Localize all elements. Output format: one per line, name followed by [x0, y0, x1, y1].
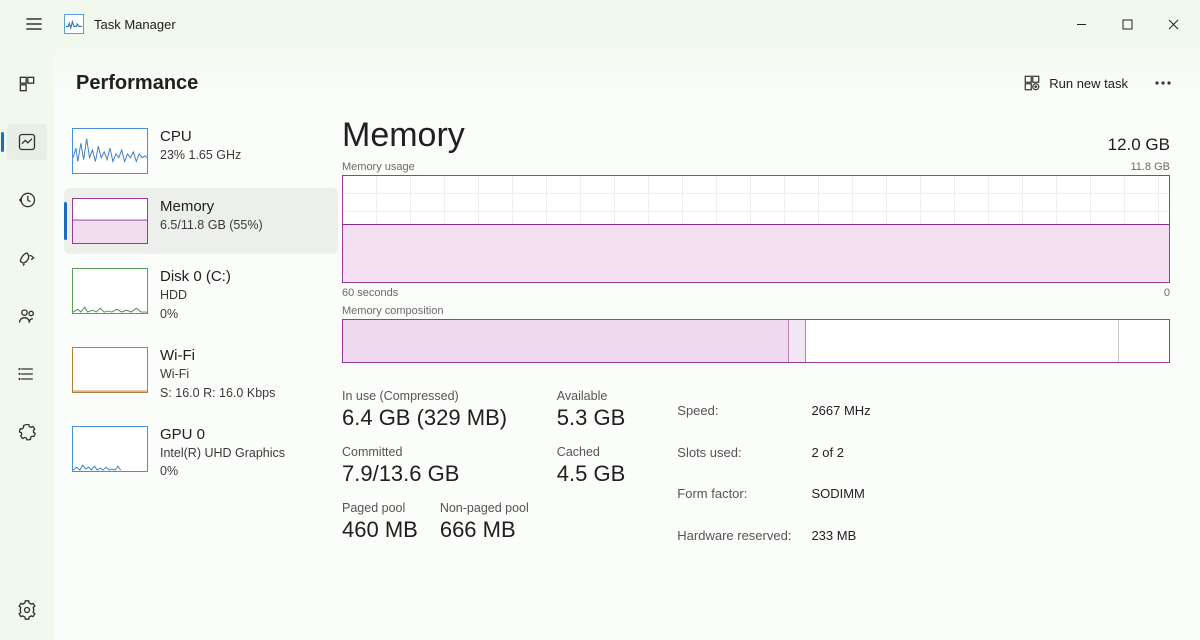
stat-value: 4.5 GB	[557, 461, 625, 487]
stat-value: 7.9/13.6 GB	[342, 461, 529, 487]
hw-key: Slots used:	[677, 433, 809, 473]
perf-item-disk[interactable]: Disk 0 (C:) HDD 0%	[64, 258, 338, 333]
hw-key: Hardware reserved:	[677, 516, 809, 556]
composition-label: Memory composition	[342, 305, 443, 317]
nav-processes[interactable]	[7, 66, 47, 102]
comp-in-use	[343, 320, 789, 362]
perf-title: CPU	[160, 128, 241, 145]
perf-sub2: 0%	[160, 306, 231, 323]
axis-left: 60 seconds	[342, 287, 398, 299]
hardware-info-table: Speed:2667 MHz Slots used:2 of 2 Form fa…	[675, 389, 890, 557]
stat-value: 460 MB	[342, 517, 418, 543]
more-options-button[interactable]	[1146, 66, 1180, 100]
perf-sub: 6.5/11.8 GB (55%)	[160, 217, 263, 234]
hw-val: 2 of 2	[811, 433, 888, 473]
run-new-task-button[interactable]: Run new task	[1013, 68, 1138, 98]
hw-val: 2667 MHz	[811, 391, 888, 431]
perf-title: GPU 0	[160, 426, 285, 443]
stat-label: Available	[557, 389, 625, 403]
perf-sub: Wi-Fi	[160, 366, 275, 383]
perf-sub2: 0%	[160, 463, 285, 480]
stat-value: 666 MB	[440, 517, 529, 543]
stat-label: Committed	[342, 445, 529, 459]
run-task-label: Run new task	[1049, 76, 1128, 91]
hw-key: Speed:	[677, 391, 809, 431]
nav-details[interactable]	[7, 356, 47, 392]
usage-chart-label: Memory usage	[342, 161, 415, 173]
perf-item-memory[interactable]: Memory 6.5/11.8 GB (55%)	[64, 188, 338, 254]
gpu-mini-chart	[72, 426, 148, 472]
title-bar: Task Manager	[0, 0, 1200, 48]
app-icon	[64, 14, 84, 34]
detail-title: Memory	[342, 116, 465, 155]
axis-right: 0	[1164, 287, 1170, 299]
nav-history[interactable]	[7, 182, 47, 218]
perf-item-cpu[interactable]: CPU 23% 1.65 GHz	[64, 118, 338, 184]
hw-key: Form factor:	[677, 474, 809, 514]
perf-title: Wi-Fi	[160, 347, 275, 364]
memory-mini-chart	[72, 198, 148, 244]
run-task-icon	[1023, 74, 1041, 92]
stat-label: In use (Compressed)	[342, 389, 529, 403]
nav-rail	[0, 48, 54, 640]
cpu-mini-chart	[72, 128, 148, 174]
usage-chart-max: 11.8 GB	[1130, 161, 1170, 173]
comp-free	[1119, 320, 1169, 362]
hamburger-menu-button[interactable]	[14, 4, 54, 44]
wifi-mini-chart	[72, 347, 148, 393]
memory-composition-chart[interactable]	[342, 319, 1170, 363]
stat-value: 5.3 GB	[557, 405, 625, 431]
perf-title: Disk 0 (C:)	[160, 268, 231, 285]
perf-item-wifi[interactable]: Wi-Fi Wi-Fi S: 16.0 R: 16.0 Kbps	[64, 337, 338, 412]
stat-label: Non-paged pool	[440, 501, 529, 515]
comp-standby	[806, 320, 1120, 362]
hw-val: SODIMM	[811, 474, 888, 514]
close-button[interactable]	[1150, 4, 1196, 44]
perf-sub: Intel(R) UHD Graphics	[160, 445, 285, 462]
nav-users[interactable]	[7, 298, 47, 334]
maximize-button[interactable]	[1104, 4, 1150, 44]
stat-label: Paged pool	[342, 501, 418, 515]
perf-item-gpu[interactable]: GPU 0 Intel(R) UHD Graphics 0%	[64, 416, 338, 491]
window-controls	[1058, 4, 1196, 44]
nav-startup[interactable]	[7, 240, 47, 276]
minimize-button[interactable]	[1058, 4, 1104, 44]
hw-val: 233 MB	[811, 516, 888, 556]
nav-settings[interactable]	[7, 592, 47, 628]
nav-performance[interactable]	[7, 124, 47, 160]
disk-mini-chart	[72, 268, 148, 314]
perf-sub2: S: 16.0 R: 16.0 Kbps	[160, 385, 275, 402]
performance-sidebar: CPU 23% 1.65 GHz Memory 6.5/11.8 GB (55%…	[54, 112, 342, 640]
memory-usage-chart[interactable]	[342, 175, 1170, 283]
page-title: Performance	[76, 72, 198, 95]
app-title: Task Manager	[94, 17, 176, 32]
memory-total: 12.0 GB	[1108, 135, 1170, 155]
nav-services[interactable]	[7, 414, 47, 450]
comp-modified	[789, 320, 806, 362]
perf-title: Memory	[160, 198, 263, 215]
page-header: Performance Run new task	[54, 48, 1200, 112]
stat-label: Cached	[557, 445, 625, 459]
perf-sub: HDD	[160, 287, 231, 304]
detail-pane: Memory 12.0 GB Memory usage 11.8 GB 60 s…	[342, 112, 1200, 640]
perf-sub: 23% 1.65 GHz	[160, 147, 241, 164]
stat-value: 6.4 GB (329 MB)	[342, 405, 529, 431]
